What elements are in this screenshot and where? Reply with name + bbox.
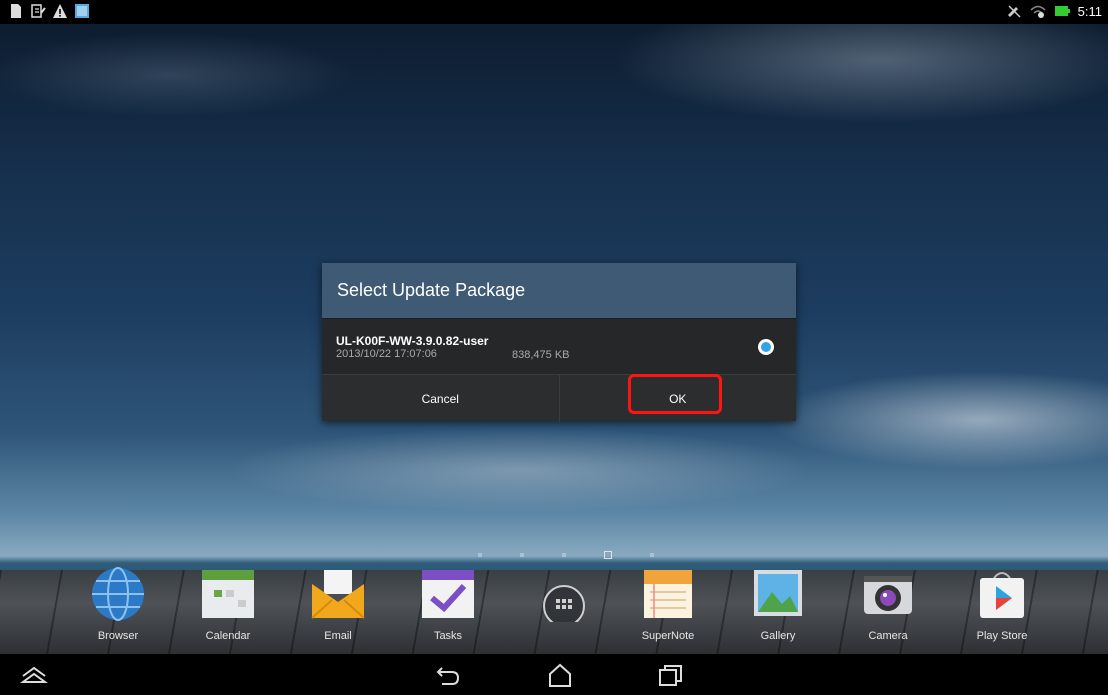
dock-item-gallery[interactable]: Gallery <box>738 566 818 646</box>
app-drawer-icon <box>543 585 585 622</box>
home-icon[interactable] <box>546 662 574 688</box>
dock-label: Browser <box>97 630 139 642</box>
status-bar: 5:11 <box>0 0 1108 24</box>
notification-sd-icon[interactable] <box>8 3 24 19</box>
dock-item-play-store[interactable]: Play Store <box>962 566 1042 646</box>
dock-label: Gallery <box>760 630 796 642</box>
dock-label: Tasks <box>433 630 463 642</box>
ok-button-highlight <box>628 374 722 414</box>
page-dot-current[interactable] <box>604 551 612 559</box>
navigation-bar <box>0 654 1108 695</box>
package-radio-button[interactable] <box>758 339 774 355</box>
warning-icon[interactable] <box>52 3 68 19</box>
dock-label: SuperNote <box>641 630 695 642</box>
notification-update-icon[interactable] <box>30 3 46 19</box>
package-size: 838,475 KB <box>512 349 570 361</box>
package-list-item[interactable]: UL-K00F-WW-3.9.0.82-user 2013/10/22 17:0… <box>322 318 796 375</box>
mute-icon <box>1007 5 1021 18</box>
notification-image-icon[interactable] <box>74 3 90 19</box>
dock-label: Camera <box>868 630 908 642</box>
envelope-icon <box>311 570 365 619</box>
wifi-icon <box>1030 5 1046 18</box>
package-name: UL-K00F-WW-3.9.0.82-user <box>336 334 489 348</box>
package-date: 2013/10/22 17:07:06 <box>336 348 437 360</box>
dock-label: Email <box>324 630 352 642</box>
page-indicator <box>478 551 654 559</box>
dock-label: Play Store <box>976 630 1028 642</box>
camera-icon <box>864 576 912 614</box>
page-dot[interactable] <box>650 553 654 557</box>
battery-icon <box>1054 6 1070 16</box>
dock-item-supernote[interactable]: SuperNote <box>628 566 708 646</box>
page-dot[interactable] <box>478 553 482 557</box>
globe-icon <box>92 567 144 621</box>
dock-label: Calendar <box>205 630 251 642</box>
dock-item-camera[interactable]: Camera <box>848 566 928 646</box>
dialog-title: Select Update Package <box>322 263 796 318</box>
dock-item-email[interactable]: Email <box>298 566 378 646</box>
dock-item-app-drawer[interactable] <box>518 566 598 646</box>
page-dot[interactable] <box>520 553 524 557</box>
recents-icon[interactable] <box>656 662 684 688</box>
calendar-icon <box>202 570 254 618</box>
page-dot[interactable] <box>562 553 566 557</box>
picture-icon <box>754 570 802 616</box>
cancel-button[interactable]: Cancel <box>322 375 560 422</box>
notepad-icon <box>644 570 692 618</box>
play-store-icon <box>980 572 1024 618</box>
checkmark-icon <box>422 570 474 618</box>
back-icon[interactable] <box>434 662 462 688</box>
dock-item-tasks[interactable]: Tasks <box>408 566 488 646</box>
update-package-dialog: Select Update Package UL-K00F-WW-3.9.0.8… <box>322 263 796 422</box>
recent-apps-up-icon[interactable] <box>20 662 48 688</box>
dock-item-calendar[interactable]: Calendar <box>188 566 268 646</box>
dock-item-browser[interactable]: Browser <box>78 566 158 646</box>
clock: 5:11 <box>1077 3 1102 19</box>
